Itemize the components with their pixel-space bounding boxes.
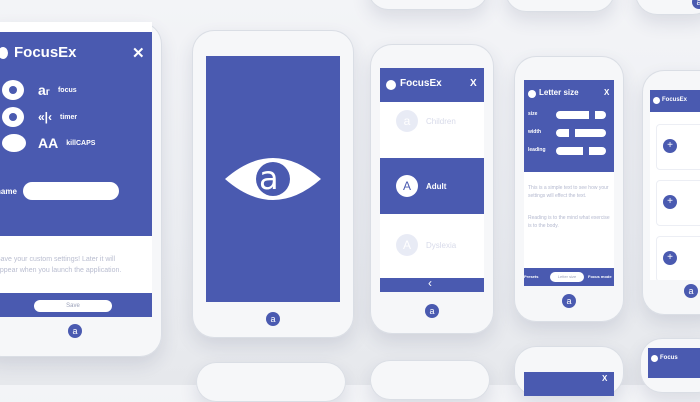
top-phone-fragment	[368, 0, 488, 10]
option-icon: a	[396, 110, 418, 132]
option-children[interactable]: a Children	[396, 110, 456, 132]
feature-label: focus	[57, 86, 77, 94]
preset-card[interactable]: +	[656, 180, 700, 226]
slider-knob[interactable]	[583, 145, 589, 157]
help-text: Save your custom settings! Later it will…	[0, 256, 122, 274]
close-icon[interactable]: X	[604, 88, 609, 97]
app-title: FocusEx	[400, 78, 442, 89]
phone-settings: FocusEx ✕ aᴦ focus «|‹ timer AA killCAPS…	[0, 22, 162, 357]
feature-row-focus[interactable]: aᴦ focus	[2, 80, 77, 100]
option-dyslexia[interactable]: A Dyslexia	[396, 234, 456, 256]
top-phone-fragment: a	[635, 0, 700, 15]
app-title: FocusEx	[662, 97, 688, 103]
eye-icon	[2, 107, 24, 127]
aa-icon: AA	[38, 135, 59, 151]
logo-icon	[386, 80, 396, 90]
tab-letter-size[interactable]: Letter size	[550, 272, 584, 282]
name-input[interactable]	[22, 182, 119, 200]
screen: FocusEx ✕ aᴦ focus «|‹ timer AA killCAPS…	[0, 22, 152, 317]
feature-label: timer	[60, 113, 78, 121]
back-arrow-icon[interactable]: ‹	[428, 276, 432, 290]
logo-icon	[528, 90, 536, 98]
feature-row-timer[interactable]: «|‹ timer	[2, 107, 77, 127]
top-phone-fragment	[505, 0, 615, 12]
home-button[interactable]: a	[692, 0, 700, 9]
spacing-icon: «|‹	[38, 110, 53, 124]
slider-label: width	[528, 129, 542, 135]
preview-text: This is a simple text to see how your se…	[528, 185, 609, 199]
slider-label: leading	[528, 147, 546, 153]
close-icon[interactable]: X	[602, 374, 607, 383]
option-label: Dyslexia	[426, 240, 457, 250]
preset-card[interactable]: +	[656, 124, 700, 170]
slider-label: size	[528, 111, 538, 117]
settings-panel: FocusEx ✕ aᴦ focus «|‹ timer AA killCAPS…	[0, 32, 152, 236]
slider-knob[interactable]	[589, 109, 595, 121]
slider-knob[interactable]	[569, 127, 575, 139]
add-icon[interactable]: +	[663, 195, 677, 209]
splash-screen: a	[206, 56, 340, 302]
save-bar: Save	[0, 293, 152, 317]
app-header: FocusEx	[650, 90, 700, 112]
leading-slider[interactable]	[556, 145, 606, 157]
preview-text: Reading is to the mind what exercise is …	[528, 215, 610, 229]
bottom-phone-fragment	[196, 362, 346, 402]
bottom-phone-fragment: X	[514, 346, 624, 396]
home-button[interactable]: a	[425, 304, 439, 318]
option-icon: A	[396, 234, 418, 256]
home-button[interactable]: a	[562, 294, 576, 308]
logo-icon	[0, 46, 8, 59]
option-label: Adult	[426, 182, 447, 191]
phone-presets: FocusEx + + + a	[642, 70, 700, 315]
save-button[interactable]: Save	[34, 300, 112, 312]
phone-letter-size: Letter size X size width leading This is…	[514, 56, 624, 322]
logo-icon	[651, 355, 658, 362]
bottom-header: Focus	[648, 348, 700, 378]
panel-title: Letter size	[539, 88, 579, 97]
tab-presets[interactable]: Presets	[524, 274, 538, 279]
close-icon[interactable]: X	[470, 78, 477, 89]
app-title: Focus	[660, 355, 678, 361]
tab-focus-mode[interactable]: Focus mode	[588, 274, 612, 279]
option-icon: A	[396, 175, 418, 197]
option-adult[interactable]: A Adult	[380, 158, 484, 214]
app-header: FocusEx	[0, 44, 77, 61]
option-label: Children	[426, 116, 456, 126]
name-row: name	[0, 182, 119, 200]
add-icon[interactable]: +	[663, 139, 677, 153]
bottom-phone-fragment	[370, 360, 490, 400]
phone-profiles: FocusEx X a Children A Adult A Dyslexia …	[370, 44, 494, 334]
home-button[interactable]: a	[684, 284, 698, 298]
feature-label: killCAPS	[66, 139, 96, 147]
name-label: name	[0, 186, 17, 196]
font-style-icon: aᴦ	[38, 82, 50, 98]
screen: FocusEx X a Children A Adult A Dyslexia …	[380, 68, 484, 292]
width-slider[interactable]	[556, 127, 606, 139]
home-button[interactable]: a	[266, 312, 280, 326]
letter-size-panel: Letter size X size width leading	[524, 80, 614, 172]
back-bar[interactable]: ‹	[380, 276, 484, 292]
add-icon[interactable]: +	[663, 251, 677, 265]
eye-icon	[2, 80, 24, 100]
eye-closed-icon	[2, 134, 26, 152]
phone-splash: a a	[192, 30, 354, 338]
size-slider[interactable]	[556, 109, 606, 121]
app-title: FocusEx	[14, 44, 77, 61]
app-header: FocusEx X	[380, 68, 484, 102]
bottom-header: X	[524, 372, 614, 396]
screen: Letter size X size width leading This is…	[524, 80, 614, 286]
home-button[interactable]: a	[68, 324, 82, 338]
preset-card[interactable]: +	[656, 236, 700, 280]
tab-bar: Presets Letter size Focus mode	[524, 268, 614, 286]
feature-row-killcaps[interactable]: AA killCAPS	[2, 134, 95, 152]
logo-glyph: a	[259, 159, 279, 197]
close-icon[interactable]: ✕	[132, 44, 145, 62]
screen: FocusEx + + +	[650, 90, 700, 280]
logo-icon	[653, 97, 660, 104]
